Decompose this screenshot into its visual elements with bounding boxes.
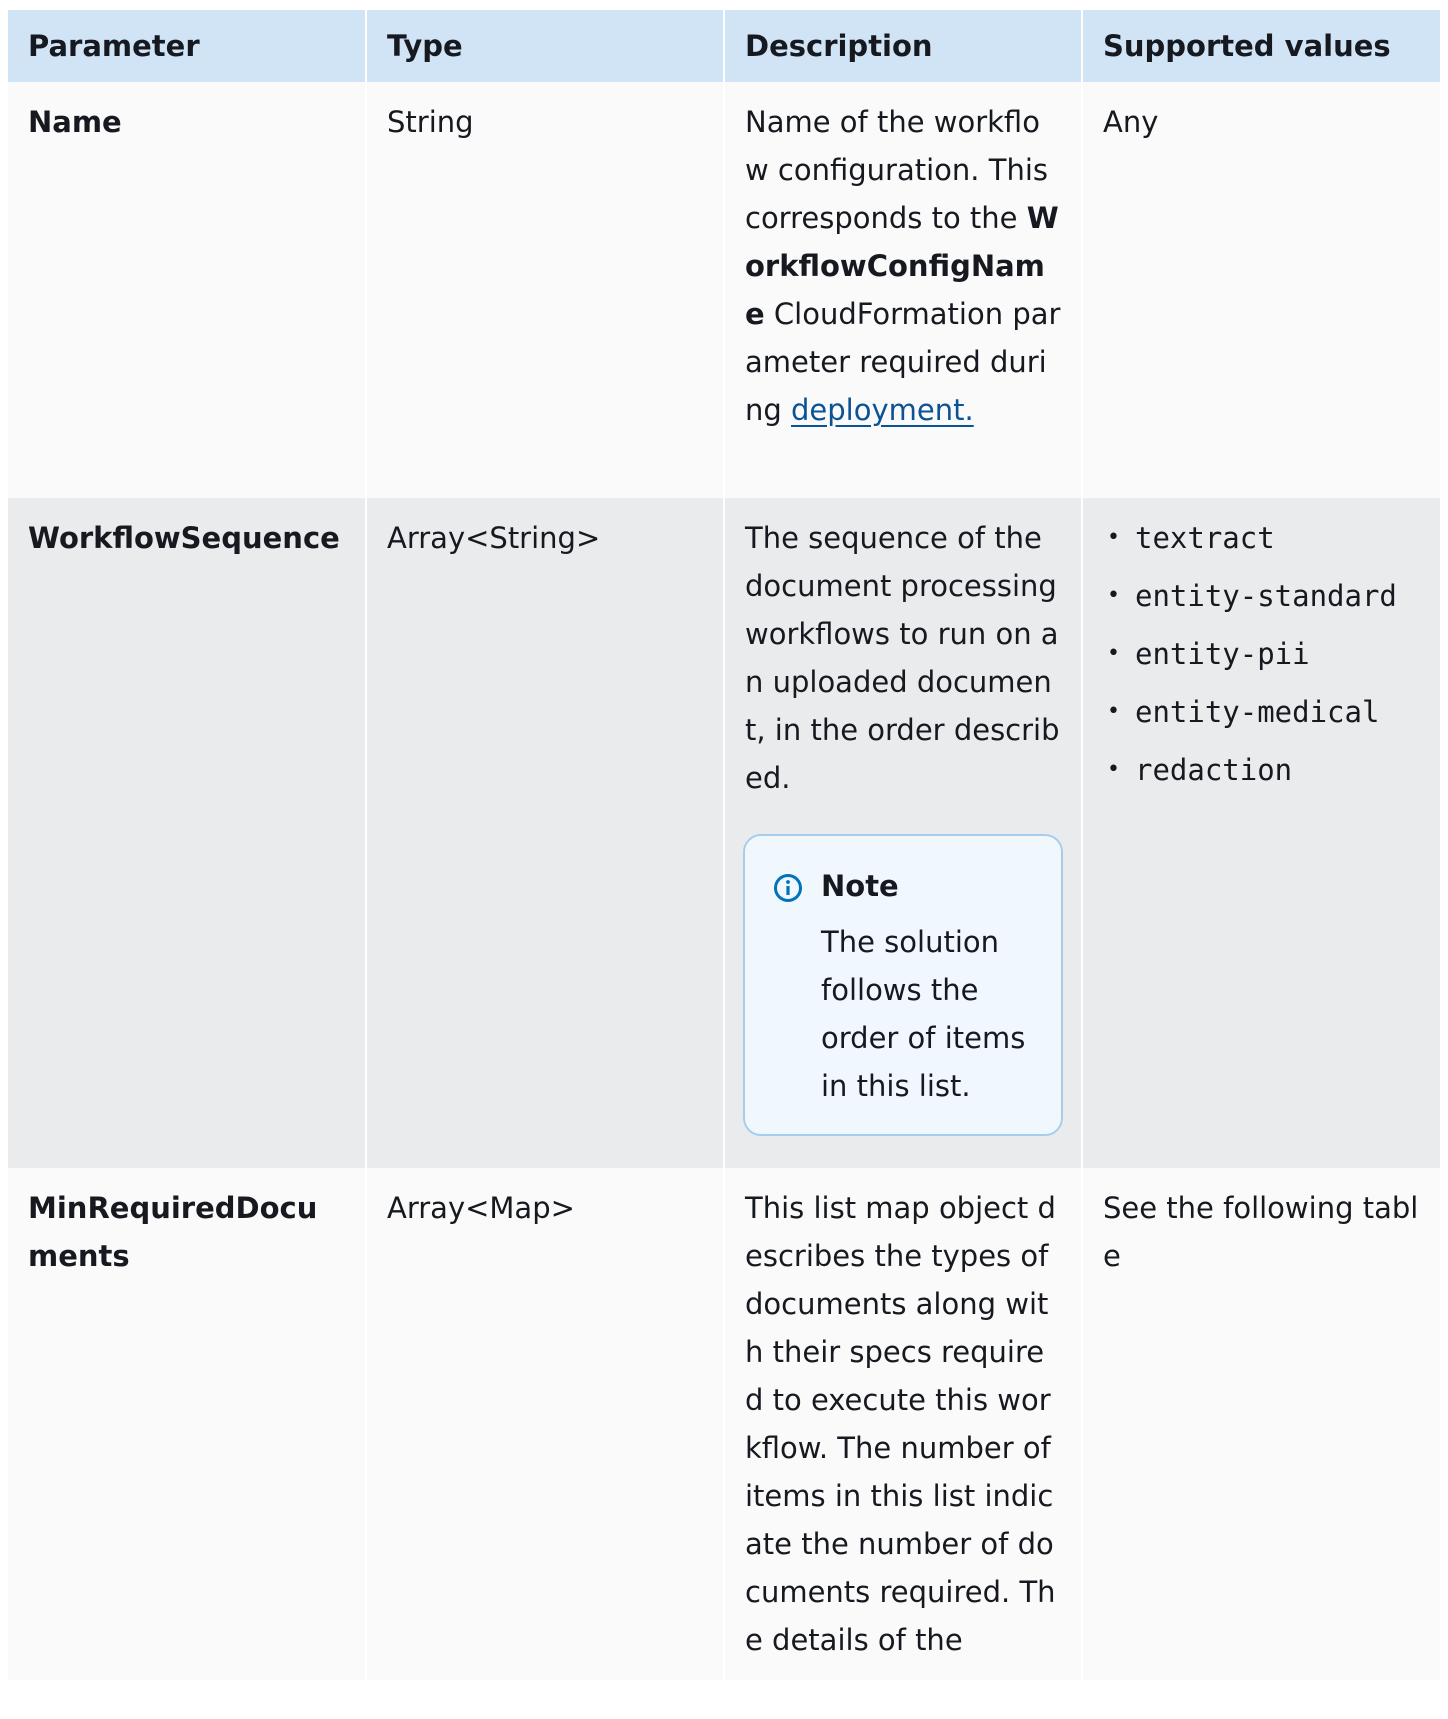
parameters-table: Parameter Type Description Supported val… <box>8 10 1440 1680</box>
supported-values-cell: textract entity-standard entity-pii enti… <box>1081 498 1440 1168</box>
supported-values-list: textract entity-standard entity-pii enti… <box>1103 514 1420 794</box>
list-item: redaction <box>1103 746 1420 794</box>
header-row: Parameter Type Description Supported val… <box>8 10 1440 82</box>
table-row-name: Name String Name of the workflow configu… <box>8 82 1440 498</box>
deployment-link[interactable]: deployment. <box>791 393 974 427</box>
supported-values-cell: See the following table <box>1081 1168 1440 1680</box>
supported-values-cell: Any <box>1081 82 1440 498</box>
header-parameter: Parameter <box>8 10 366 82</box>
table-row-min-required-documents: MinRequiredDocuments Array<Map> This lis… <box>8 1168 1440 1680</box>
parameter-cell: WorkflowSequence <box>8 498 366 1168</box>
note-title: Note <box>821 869 899 903</box>
description-text: Name of the workflow configuration. This… <box>745 105 1048 235</box>
description-cell: This list map object describes the types… <box>723 1168 1082 1680</box>
type-cell: Array<Map> <box>365 1168 724 1680</box>
type-cell: Array<String> <box>365 498 724 1168</box>
header-type: Type <box>365 10 724 82</box>
table-body: Name String Name of the workflow configu… <box>8 82 1440 1680</box>
note-callout: Note The solution follows the order of i… <box>743 834 1063 1136</box>
description-cell: Name of the workflow configuration. This… <box>723 82 1082 498</box>
description-cell: The sequence of the document processing … <box>723 498 1082 1168</box>
table-header: Parameter Type Description Supported val… <box>8 10 1440 82</box>
info-icon <box>774 874 802 902</box>
description-text: The sequence of the document processing … <box>745 521 1060 795</box>
type-cell: String <box>365 82 724 498</box>
header-description: Description <box>723 10 1082 82</box>
parameter-cell: Name <box>8 82 366 498</box>
list-item: entity-pii <box>1103 630 1420 678</box>
list-item: entity-standard <box>1103 572 1420 620</box>
header-supported-values: Supported values <box>1081 10 1440 82</box>
note-body: The solution follows the order of items … <box>821 925 1026 1103</box>
list-item: textract <box>1103 514 1420 562</box>
parameter-cell: MinRequiredDocuments <box>8 1168 366 1680</box>
table-row-workflow-sequence: WorkflowSequence Array<String> The seque… <box>8 498 1440 1168</box>
list-item: entity-medical <box>1103 688 1420 736</box>
